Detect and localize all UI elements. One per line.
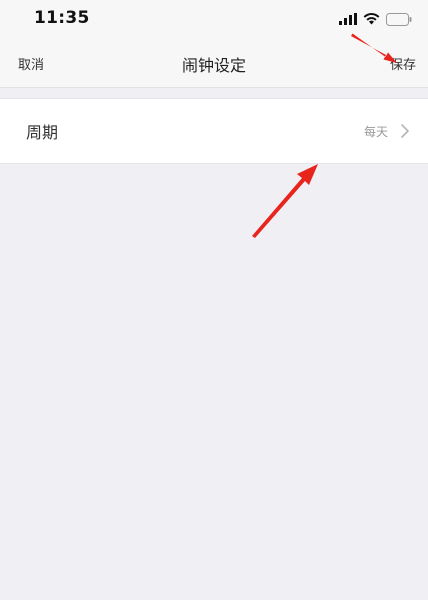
annotation-arrows — [252, 33, 397, 238]
repeat-cycle-row[interactable]: 周期 每天 — [0, 99, 428, 163]
alarm-settings-screen: 11:35 取消 闹钟设定 保存 周期 每天 — [0, 0, 428, 600]
page-title: 闹钟设定 — [181, 56, 246, 75]
save-button[interactable]: 保存 — [390, 54, 416, 73]
repeat-cycle-value: 每天 — [363, 124, 388, 139]
navigation-bar: 取消 闹钟设定 保存 — [0, 40, 428, 88]
wifi-icon — [363, 13, 380, 25]
status-time: 11:35 — [34, 8, 90, 28]
status-bar: 11:35 — [0, 0, 428, 40]
battery-icon — [386, 12, 412, 26]
repeat-cycle-label: 周期 — [26, 123, 59, 142]
chevron-right-icon — [401, 124, 409, 138]
arrow-to-repeat-row-icon — [252, 164, 318, 238]
status-icons — [339, 11, 412, 27]
signal-bars-icon — [339, 13, 357, 25]
settings-list: 周期 每天 — [0, 98, 428, 164]
